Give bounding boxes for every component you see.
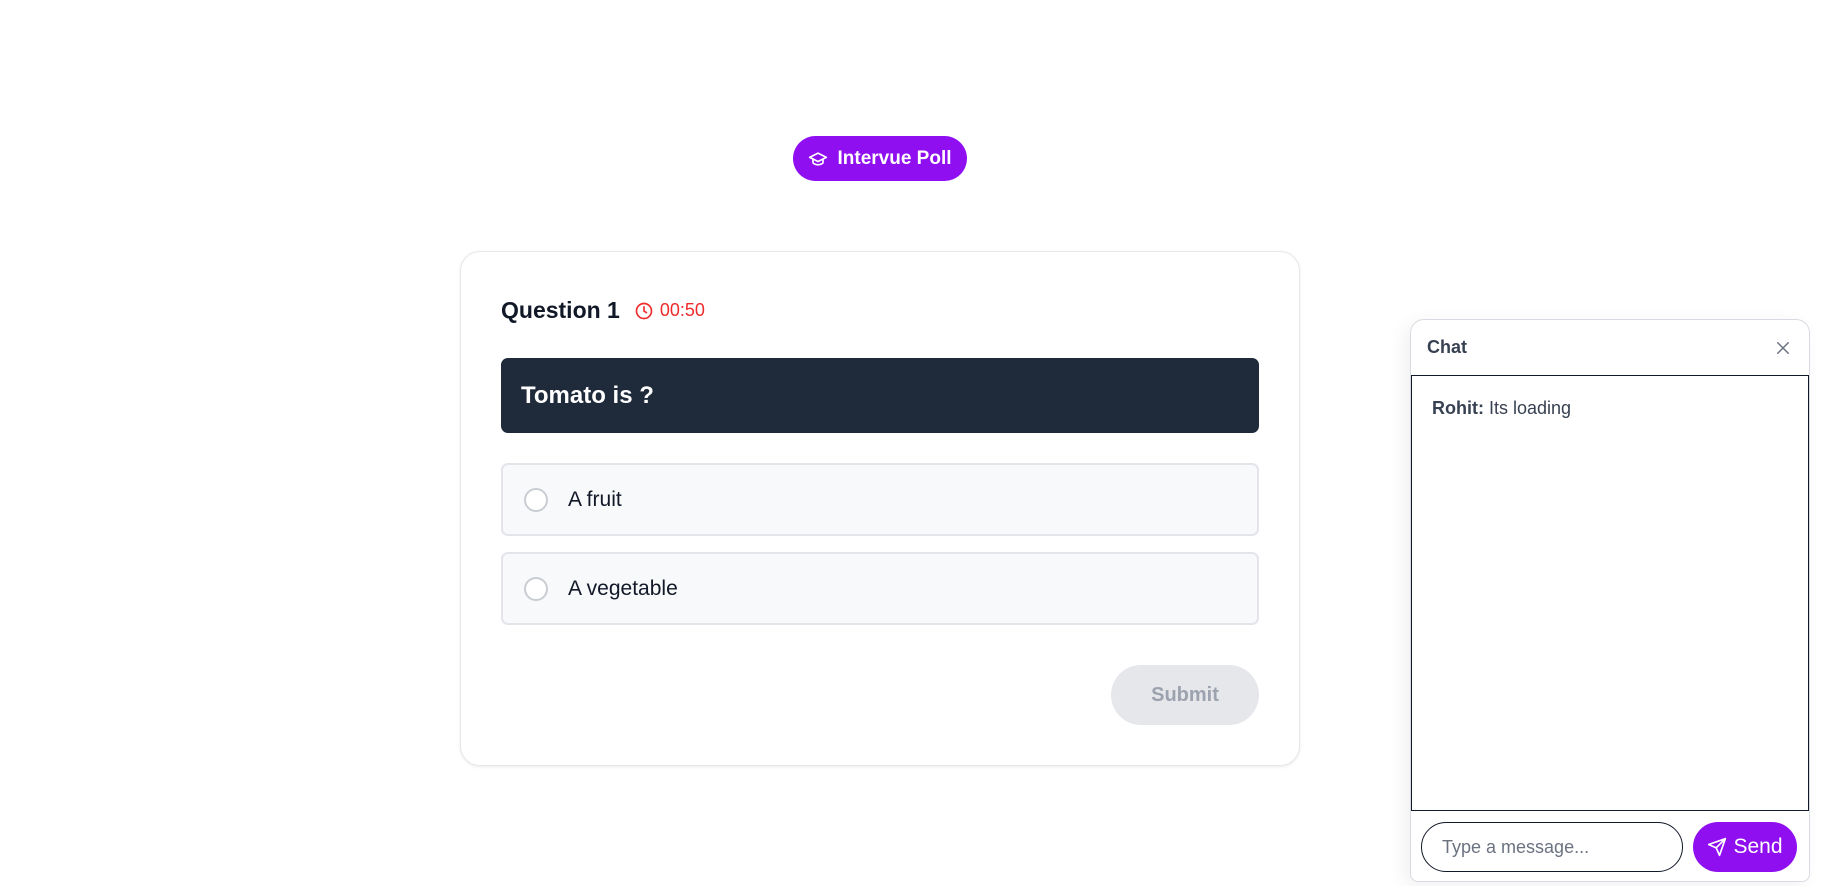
brand-label: Intervue Poll (837, 147, 952, 169)
chat-messages: Rohit: Its loading (1411, 376, 1809, 811)
chat-title: Chat (1427, 337, 1467, 357)
brand-badge: Intervue Poll (793, 136, 967, 181)
chat-message-input[interactable] (1421, 822, 1683, 872)
chat-footer: Send (1411, 811, 1809, 881)
question-number: Question 1 (501, 297, 620, 323)
question-header: Question 1 00:50 (501, 297, 705, 324)
send-icon (1708, 837, 1727, 857)
graduation-cap-icon (809, 151, 828, 166)
send-label: Send (1733, 835, 1783, 858)
close-icon (1777, 341, 1789, 354)
radio-button[interactable] (524, 487, 548, 512)
chat-panel: Chat Rohit: Its loading Send (1410, 319, 1810, 882)
radio-button[interactable] (524, 576, 548, 601)
close-chat-button[interactable] (1771, 336, 1795, 360)
option-a-vegetable[interactable]: A vegetable (501, 552, 1259, 625)
submit-button[interactable]: Submit (1111, 665, 1259, 725)
timer: 00:50 (634, 300, 705, 321)
option-label: A vegetable (568, 576, 678, 600)
clock-icon (635, 302, 653, 319)
option-a-fruit[interactable]: A fruit (501, 463, 1259, 536)
timer-value: 00:50 (659, 300, 705, 320)
chat-message: Rohit: Its loading (1432, 398, 1788, 419)
chat-sender: Rohit: (1432, 398, 1484, 418)
send-button[interactable]: Send (1693, 822, 1797, 872)
poll-card: Question 1 00:50 Tomato is ? A fruit A v… (460, 251, 1300, 766)
question-text: Tomato is ? (501, 358, 1259, 433)
chat-text: Its loading (1483, 398, 1572, 418)
chat-header: Chat (1411, 320, 1809, 376)
option-label: A fruit (568, 487, 622, 511)
